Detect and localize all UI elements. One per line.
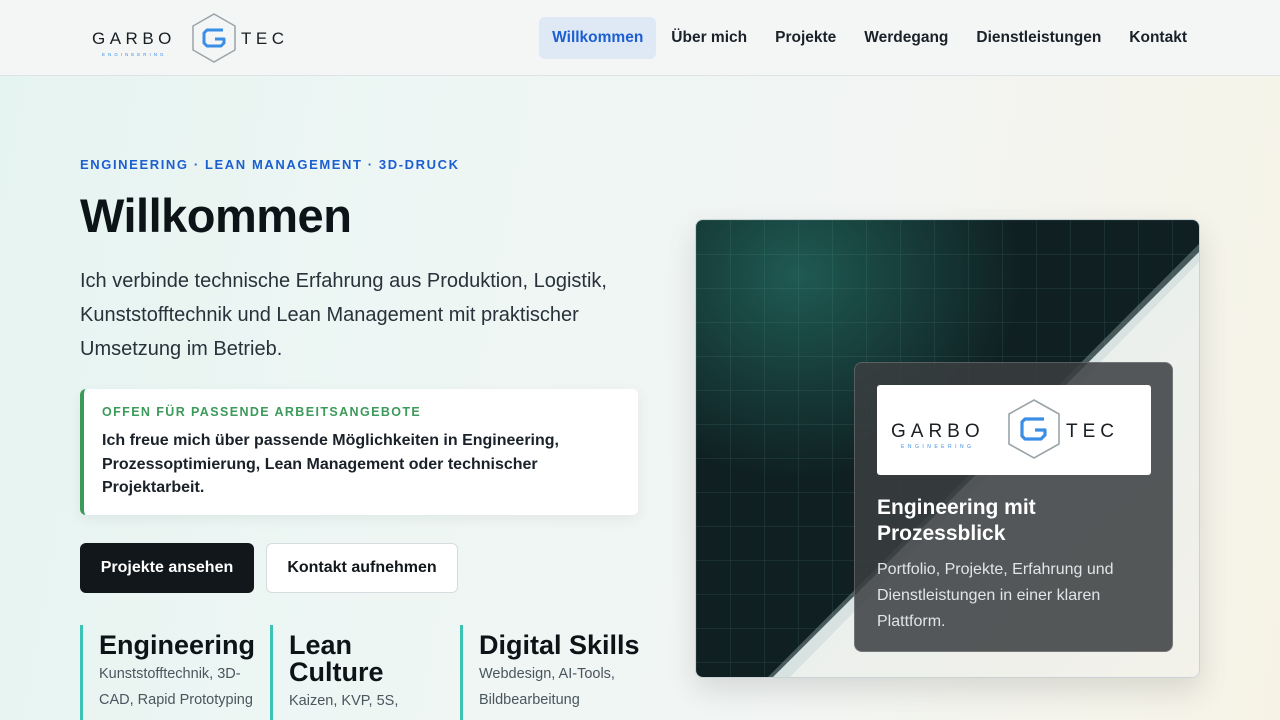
pillar-description: Kaizen, KVP, 5S, Shopfloor, KPI	[289, 693, 399, 720]
view-projects-button[interactable]: Projekte ansehen	[80, 543, 254, 593]
overlay-brand-logo: GARBO TEC ENGINEERING	[877, 385, 1151, 475]
logo-text-right: TEC	[241, 29, 289, 48]
hero-eyebrow: ENGINEERING · LEAN MANAGEMENT · 3D-DRUCK	[80, 157, 460, 172]
pillar-description: Kunststofftechnik, 3D-CAD, Rapid Prototy…	[99, 666, 253, 708]
nav-item-ueber-mich[interactable]: Über mich	[658, 17, 760, 59]
logo-subtext: ENGINEERING	[901, 444, 975, 450]
nav-item-dienstleistungen[interactable]: Dienstleistungen	[963, 17, 1114, 59]
job-availability-notice: OFFEN FÜR PASSENDE ARBEITSANGEBOTE Ich f…	[80, 389, 638, 515]
visual-overlay-panel: GARBO TEC ENGINEERING Engineering mit Pr…	[854, 362, 1173, 652]
notice-text: Ich freue mich über passende Möglichkeit…	[102, 432, 559, 496]
pillar-digital-skills: Digital Skills Webdesign, AI-Tools, Bild…	[460, 625, 640, 720]
pillar-lean-culture: Lean Culture Kaizen, KVP, 5S, Shopfloor,…	[270, 625, 450, 720]
pillar-title: Lean Culture	[289, 630, 384, 687]
visual-card-text: Portfolio, Projekte, Erfahrung und Diens…	[877, 561, 1114, 630]
nav-item-werdegang[interactable]: Werdegang	[851, 17, 961, 59]
logo-text-left: GARBO	[92, 29, 176, 48]
contact-button[interactable]: Kontakt aufnehmen	[266, 543, 458, 593]
logo-subtext: ENGINEERING	[102, 52, 167, 57]
hexagon-g-logo-icon: GARBO TEC ENGINEERING	[891, 399, 1119, 459]
nav-item-kontakt[interactable]: Kontakt	[1116, 17, 1200, 59]
visual-card-title: Engineering mit Prozessblick	[877, 496, 1036, 545]
page-title: Willkommen	[80, 189, 352, 242]
hexagon-g-logo-icon: GARBO TEC ENGINEERING	[92, 13, 289, 63]
brand-logo[interactable]: GARBO TEC ENGINEERING	[90, 12, 300, 66]
pillar-title: Engineering	[99, 630, 256, 660]
hero-visual-card: GARBO TEC ENGINEERING Engineering mit Pr…	[695, 219, 1200, 678]
site-header: GARBO TEC ENGINEERING Willkommen Über mi…	[0, 0, 1280, 76]
main-nav: Willkommen Über mich Projekte Werdegang …	[539, 17, 1200, 59]
logo-text-left: GARBO	[891, 421, 985, 442]
pillar-title: Digital Skills	[479, 630, 640, 660]
logo-text-right: TEC	[1066, 421, 1119, 442]
pillar-description: Webdesign, AI-Tools, Bildbearbeitung	[479, 666, 615, 708]
pillar-engineering: Engineering Kunststofftechnik, 3D-CAD, R…	[80, 625, 260, 720]
hero-lead: Ich verbinde technische Erfahrung aus Pr…	[80, 270, 607, 360]
nav-item-willkommen[interactable]: Willkommen	[539, 17, 657, 59]
notice-label: OFFEN FÜR PASSENDE ARBEITSANGEBOTE	[102, 405, 422, 419]
nav-item-projekte[interactable]: Projekte	[762, 17, 849, 59]
